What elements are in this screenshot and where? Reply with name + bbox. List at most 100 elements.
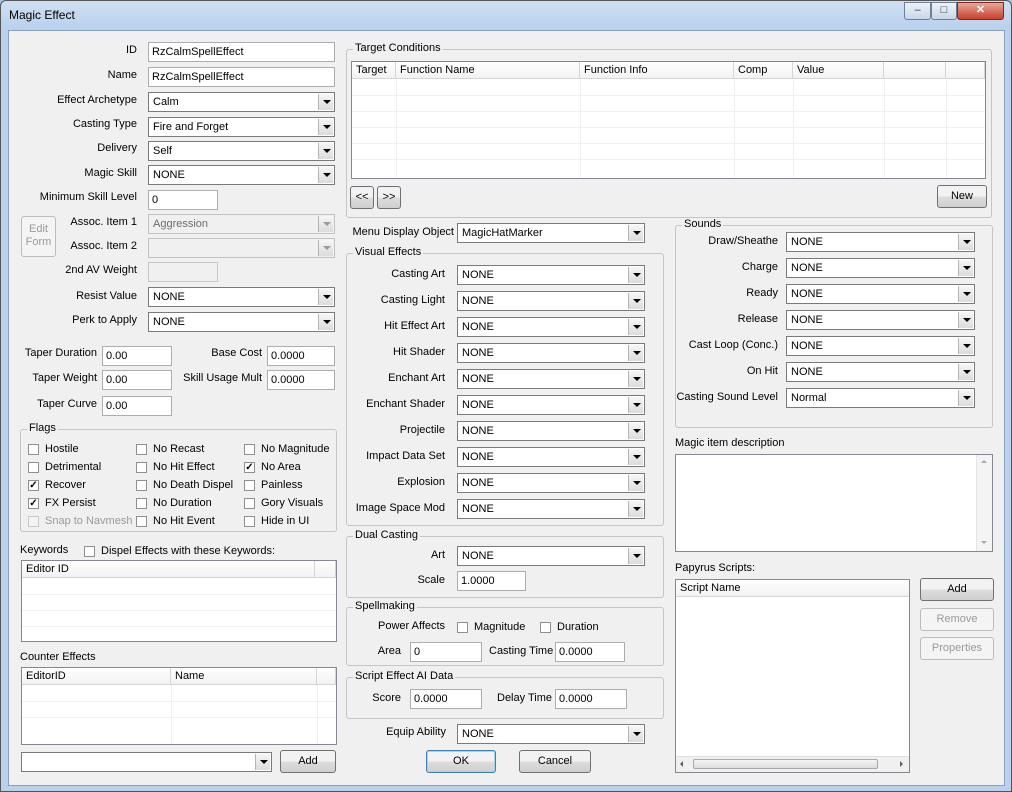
scroll-up-icon[interactable] [981, 460, 987, 463]
chevron-down-icon[interactable] [628, 475, 643, 491]
chevron-down-icon[interactable] [628, 225, 643, 241]
chevron-down-icon[interactable] [318, 289, 333, 305]
vfx-image-space-mod-dropdown[interactable]: NONE [457, 499, 645, 519]
description-scrollbar[interactable] [976, 455, 992, 551]
area-field[interactable]: 0 [410, 642, 482, 662]
taper-weight-field[interactable]: 0.00 [102, 370, 172, 390]
chevron-down-icon[interactable] [958, 364, 973, 380]
assoc-item-1-dropdown[interactable]: Aggression [148, 214, 335, 234]
chevron-down-icon[interactable] [628, 726, 643, 742]
chevron-down-icon[interactable] [255, 754, 270, 770]
description-textarea[interactable] [675, 454, 993, 552]
vfx-enchant-shader-dropdown[interactable]: NONE [457, 395, 645, 415]
skill-usage-field[interactable]: 0.0000 [267, 370, 335, 390]
name-field[interactable]: RzCalmSpellEffect [148, 67, 335, 87]
vfx-enchant-art-dropdown[interactable]: NONE [457, 369, 645, 389]
vfx-explosion-dropdown[interactable]: NONE [457, 473, 645, 493]
delivery-dropdown[interactable]: Self [148, 141, 335, 161]
flag-box[interactable] [136, 462, 147, 473]
sound-cast-loop-conc-dropdown[interactable]: NONE [786, 336, 975, 356]
flag-box[interactable] [136, 480, 147, 491]
chevron-down-icon[interactable] [628, 423, 643, 439]
chevron-down-icon[interactable] [318, 167, 333, 183]
scroll-left-icon[interactable] [680, 761, 683, 767]
perk-dropdown[interactable]: NONE [148, 312, 335, 332]
chevron-down-icon[interactable] [318, 314, 333, 330]
chevron-down-icon[interactable] [958, 312, 973, 328]
papyrus-hscrollbar[interactable] [676, 756, 909, 772]
chevron-down-icon[interactable] [958, 390, 973, 406]
column-header-comp[interactable]: Comp [734, 62, 793, 79]
chevron-down-icon[interactable] [318, 119, 333, 135]
archetype-dropdown[interactable]: Calm [148, 92, 335, 112]
chevron-down-icon[interactable] [628, 397, 643, 413]
flag-box[interactable] [136, 498, 147, 509]
chevron-down-icon[interactable] [628, 548, 643, 564]
papyrus-scripts-list[interactable]: Script Name [675, 579, 910, 773]
scroll-right-icon[interactable] [900, 761, 903, 767]
magic-skill-dropdown[interactable]: NONE [148, 165, 335, 185]
chevron-down-icon[interactable] [628, 371, 643, 387]
av-weight-field[interactable] [148, 262, 218, 282]
sound-release-dropdown[interactable]: NONE [786, 310, 975, 330]
taper-curve-field[interactable]: 0.00 [102, 396, 172, 416]
prev-condition-button[interactable]: << [350, 186, 374, 209]
vfx-hit-shader-dropdown[interactable]: NONE [457, 343, 645, 363]
vfx-impact-data-set-dropdown[interactable]: NONE [457, 447, 645, 467]
min-skill-field[interactable]: 0 [148, 190, 218, 210]
flag-box[interactable] [244, 516, 255, 527]
vfx-hit-effect-art-dropdown[interactable]: NONE [457, 317, 645, 337]
magnitude-box[interactable] [457, 622, 468, 633]
chevron-down-icon[interactable] [958, 286, 973, 302]
flag-box[interactable] [136, 516, 147, 527]
ok-button[interactable]: OK [426, 750, 496, 773]
new-condition-button[interactable]: New [937, 185, 987, 208]
sound-charge-dropdown[interactable]: NONE [786, 258, 975, 278]
column-header-value[interactable]: Value [793, 62, 884, 79]
title-bar[interactable]: Magic Effect – □ ✕ [1, 1, 1011, 29]
flag-box[interactable] [28, 462, 39, 473]
chevron-down-icon[interactable] [318, 94, 333, 110]
chevron-down-icon[interactable] [628, 293, 643, 309]
sound-casting-sound-level-dropdown[interactable]: Normal [786, 388, 975, 408]
next-condition-button[interactable]: >> [377, 186, 401, 209]
add-script-button[interactable]: Add [920, 578, 994, 601]
base-cost-field[interactable]: 0.0000 [267, 346, 335, 366]
flag-box[interactable]: ✓ [28, 480, 39, 491]
casting-time-field[interactable]: 0.0000 [555, 642, 625, 662]
flag-box[interactable] [136, 444, 147, 455]
assoc-item-2-dropdown[interactable] [148, 238, 335, 258]
flag-box[interactable] [244, 480, 255, 491]
column-header-target[interactable]: Target [352, 62, 396, 79]
maximize-icon[interactable]: □ [931, 2, 957, 20]
flag-box[interactable] [244, 498, 255, 509]
target-conditions-list[interactable]: Target Function Name Function Info Comp … [351, 61, 986, 179]
vfx-projectile-dropdown[interactable]: NONE [457, 421, 645, 441]
column-header-function-name[interactable]: Function Name [396, 62, 580, 79]
chevron-down-icon[interactable] [628, 449, 643, 465]
dual-casting-scale-field[interactable]: 1.0000 [457, 571, 526, 591]
chevron-down-icon[interactable] [318, 143, 333, 159]
score-field[interactable]: 0.0000 [410, 689, 482, 709]
column-header-name[interactable]: Name [171, 668, 317, 685]
column-header-editor-id[interactable]: Editor ID [22, 561, 315, 578]
chevron-down-icon[interactable] [958, 260, 973, 276]
counter-effect-combo[interactable] [21, 752, 272, 772]
dual-casting-art-dropdown[interactable]: NONE [457, 546, 645, 566]
vfx-casting-art-dropdown[interactable]: NONE [457, 265, 645, 285]
id-field[interactable]: RzCalmSpellEffect [148, 42, 335, 62]
cancel-button[interactable]: Cancel [519, 750, 591, 773]
equip-ability-dropdown[interactable]: NONE [457, 724, 645, 744]
chevron-down-icon[interactable] [958, 234, 973, 250]
sound-draw-sheathe-dropdown[interactable]: NONE [786, 232, 975, 252]
chevron-down-icon[interactable] [628, 345, 643, 361]
scroll-down-icon[interactable] [981, 541, 987, 544]
scroll-thumb[interactable] [693, 759, 878, 769]
chevron-down-icon[interactable] [628, 501, 643, 517]
flag-box[interactable]: ✓ [28, 498, 39, 509]
flag-box[interactable]: ✓ [244, 462, 255, 473]
vfx-casting-light-dropdown[interactable]: NONE [457, 291, 645, 311]
remove-script-button[interactable]: Remove [920, 608, 994, 631]
duration-box[interactable] [540, 622, 551, 633]
sound-ready-dropdown[interactable]: NONE [786, 284, 975, 304]
